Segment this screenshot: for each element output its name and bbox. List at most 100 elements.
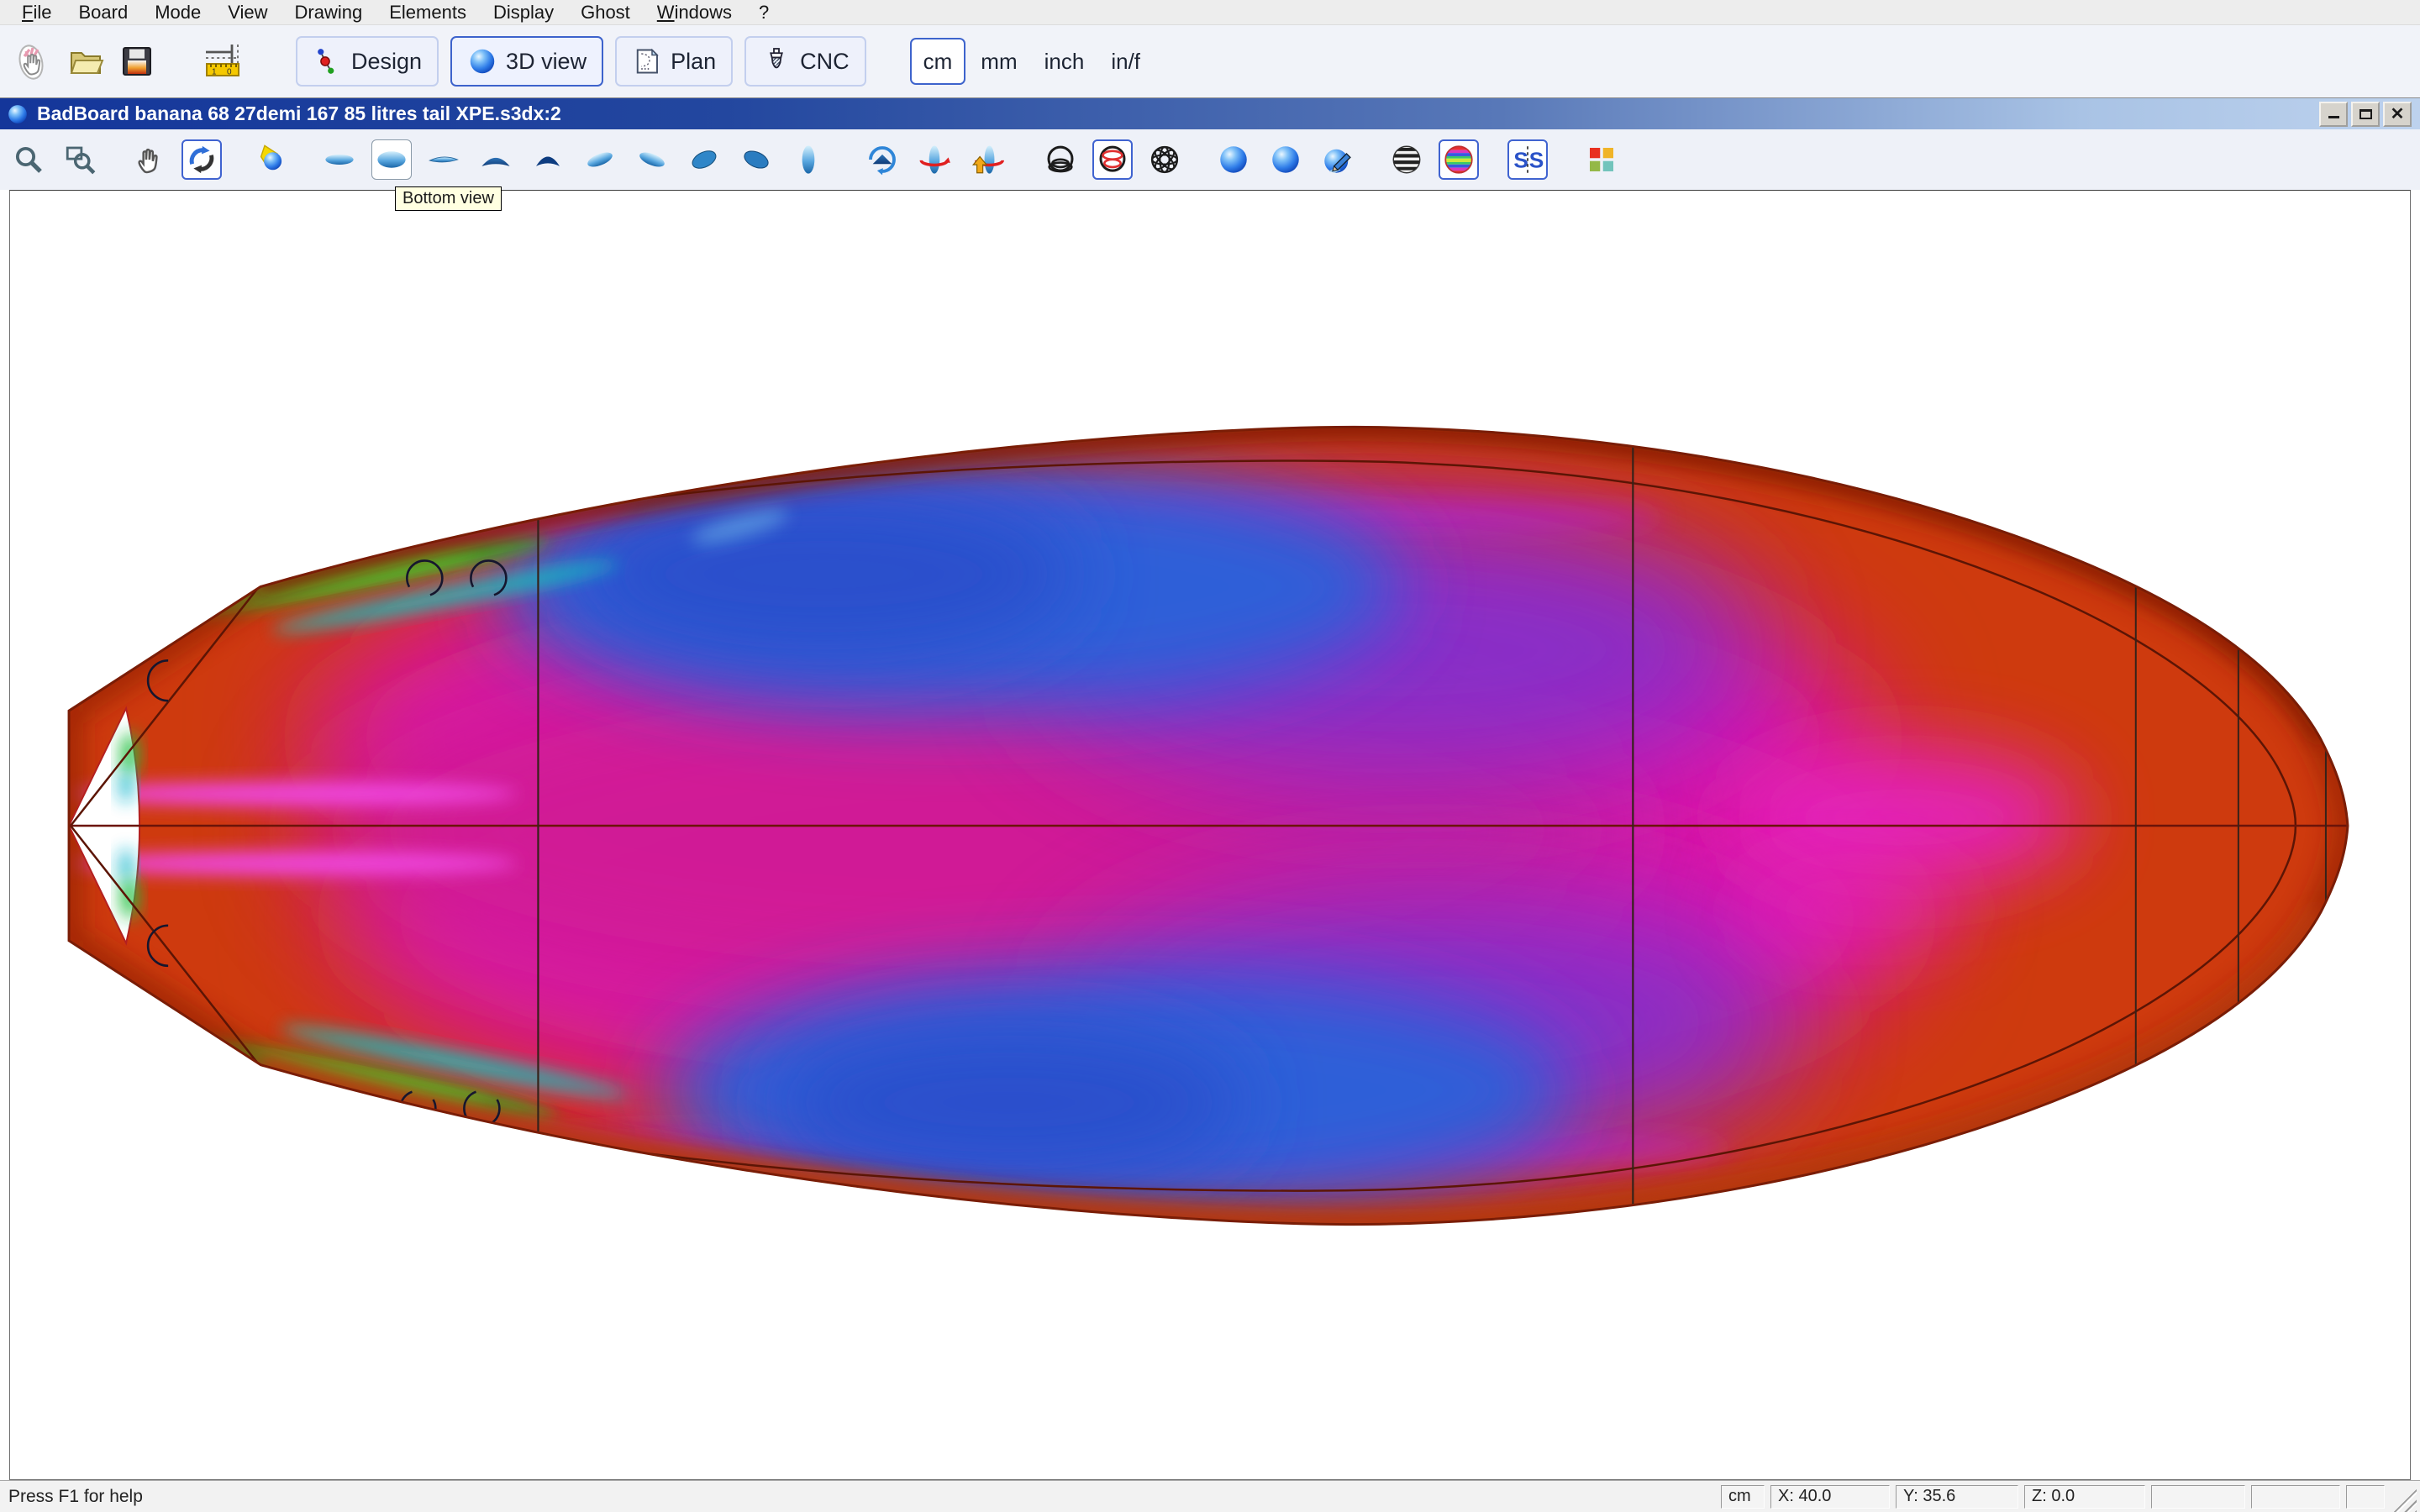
perspective-bottom-left-button[interactable] — [684, 139, 724, 180]
lighting-icon — [253, 142, 288, 177]
surfboard-bottom-render — [10, 191, 2410, 1479]
rotate-animation-button[interactable] — [862, 139, 902, 180]
perspective-top-left-icon — [582, 142, 618, 177]
lighting-button[interactable] — [250, 139, 291, 180]
status-y-coordinate: Y: 35.6 — [1896, 1485, 2018, 1509]
document-sphere-icon — [7, 103, 29, 125]
flip-vertical-button[interactable] — [966, 139, 1007, 180]
3d-view-label: 3D view — [506, 49, 587, 75]
unit-cm[interactable]: cm — [910, 38, 966, 85]
front-view-button[interactable] — [476, 139, 516, 180]
status-field-empty-1 — [2151, 1485, 2245, 1509]
contour-lines-button[interactable] — [1040, 139, 1081, 180]
status-z-coordinate: Z: 0.0 — [2024, 1485, 2145, 1509]
design-mode-button[interactable]: Design — [296, 36, 439, 87]
symmetry-icon: S S — [1510, 142, 1545, 177]
cnc-icon — [761, 46, 792, 76]
3d-view-icon — [467, 46, 497, 76]
maximize-button[interactable] — [2351, 102, 2380, 127]
status-x-coordinate: X: 40.0 — [1770, 1485, 1890, 1509]
status-field-empty-3 — [2346, 1485, 2385, 1509]
contour-lines-icon — [1043, 142, 1078, 177]
resize-grip[interactable] — [2391, 1487, 2417, 1512]
plan-mode-button[interactable]: Plan — [615, 36, 733, 87]
status-bar: Press F1 for help cm X: 40.0 Y: 35.6 Z: … — [0, 1480, 2420, 1512]
menu-view[interactable]: View — [214, 2, 281, 24]
perspective-top-right-button[interactable] — [632, 139, 672, 180]
zebra-stripes-view-button[interactable] — [1386, 139, 1427, 180]
menu-elements[interactable]: Elements — [376, 2, 480, 24]
rotate-horizontal-icon — [917, 142, 952, 177]
rotate-animation-icon — [865, 142, 900, 177]
top-view-button[interactable] — [319, 139, 360, 180]
menu-ghost[interactable]: Ghost — [567, 2, 644, 24]
3d-view-mode-button[interactable]: 3D view — [450, 36, 603, 87]
color-settings-button[interactable] — [1581, 139, 1622, 180]
end-view-icon — [791, 142, 826, 177]
menu-file[interactable]: File — [8, 2, 65, 24]
unit-inch[interactable]: inch — [1033, 38, 1097, 85]
contour-lines-highlight-icon — [1095, 142, 1130, 177]
svg-text:S: S — [1529, 148, 1544, 173]
menu-mode[interactable]: Mode — [141, 2, 214, 24]
new-board-button[interactable] — [7, 32, 59, 91]
close-button[interactable]: ✕ — [2383, 102, 2412, 127]
save-button[interactable] — [111, 32, 163, 91]
dimensions-button[interactable]: 1 0 — [197, 32, 249, 91]
zoom-window-icon — [63, 142, 98, 177]
unit-mm[interactable]: mm — [969, 38, 1028, 85]
symmetry-button[interactable]: S S — [1507, 139, 1548, 180]
minimize-button[interactable] — [2319, 102, 2348, 127]
design-icon — [313, 46, 343, 76]
pan-hand-icon — [132, 142, 167, 177]
rotate-horizontal-button[interactable] — [914, 139, 955, 180]
perspective-bottom-left-icon — [687, 142, 722, 177]
wireframe-sphere-button[interactable] — [1144, 139, 1185, 180]
back-view-button[interactable] — [528, 139, 568, 180]
rotate-3d-icon — [184, 142, 219, 177]
bottom-view-button[interactable] — [371, 139, 412, 180]
save-icon — [117, 41, 157, 81]
shaded-view-button[interactable] — [1213, 139, 1254, 180]
tooltip: Bottom view — [395, 186, 502, 211]
pan-button[interactable] — [129, 139, 170, 180]
menu-board[interactable]: Board — [65, 2, 141, 24]
perspective-bottom-right-button[interactable] — [736, 139, 776, 180]
perspective-bottom-right-icon — [739, 142, 774, 177]
menu-windows[interactable]: Windows — [644, 2, 745, 24]
paint-view-button[interactable] — [1318, 139, 1358, 180]
zebra-sphere-icon — [1389, 142, 1424, 177]
status-field-empty-2 — [2251, 1485, 2340, 1509]
end-view-button[interactable] — [788, 139, 829, 180]
bottom-view-icon — [374, 142, 409, 177]
rotate-3d-button[interactable] — [182, 139, 222, 180]
close-icon: ✕ — [2391, 106, 2405, 123]
curvature-map-view-button[interactable] — [1439, 139, 1479, 180]
menu-bar: File Board Mode View Drawing Elements Di… — [0, 0, 2420, 25]
paint-sphere-icon — [1320, 142, 1355, 177]
3d-viewport[interactable] — [9, 190, 2411, 1480]
top-view-icon — [322, 142, 357, 177]
svg-text:0: 0 — [227, 68, 232, 77]
smooth-shaded-sphere-icon — [1268, 142, 1303, 177]
status-help-text: Press F1 for help — [8, 1487, 143, 1507]
menu-drawing[interactable]: Drawing — [281, 2, 376, 24]
perspective-top-left-button[interactable] — [580, 139, 620, 180]
maximize-icon — [2360, 109, 2372, 119]
curvature-sphere-icon — [1441, 142, 1476, 177]
front-view-icon — [478, 142, 513, 177]
shaded-sphere-icon — [1216, 142, 1251, 177]
zoom-window-button[interactable] — [60, 139, 101, 180]
contour-lines-highlight-button[interactable] — [1092, 139, 1133, 180]
menu-display[interactable]: Display — [480, 2, 567, 24]
plan-label: Plan — [671, 49, 716, 75]
smooth-shaded-view-button[interactable] — [1265, 139, 1306, 180]
menu-help[interactable]: ? — [745, 2, 782, 24]
zoom-button[interactable] — [8, 139, 49, 180]
cnc-mode-button[interactable]: CNC — [744, 36, 866, 87]
unit-inf[interactable]: in/f — [1099, 38, 1152, 85]
open-button[interactable] — [59, 32, 111, 91]
document-title-bar[interactable]: BadBoard banana 68 27demi 167 85 litres … — [0, 97, 2420, 129]
side-view-button[interactable] — [424, 139, 464, 180]
color-palette-icon — [1584, 142, 1619, 177]
